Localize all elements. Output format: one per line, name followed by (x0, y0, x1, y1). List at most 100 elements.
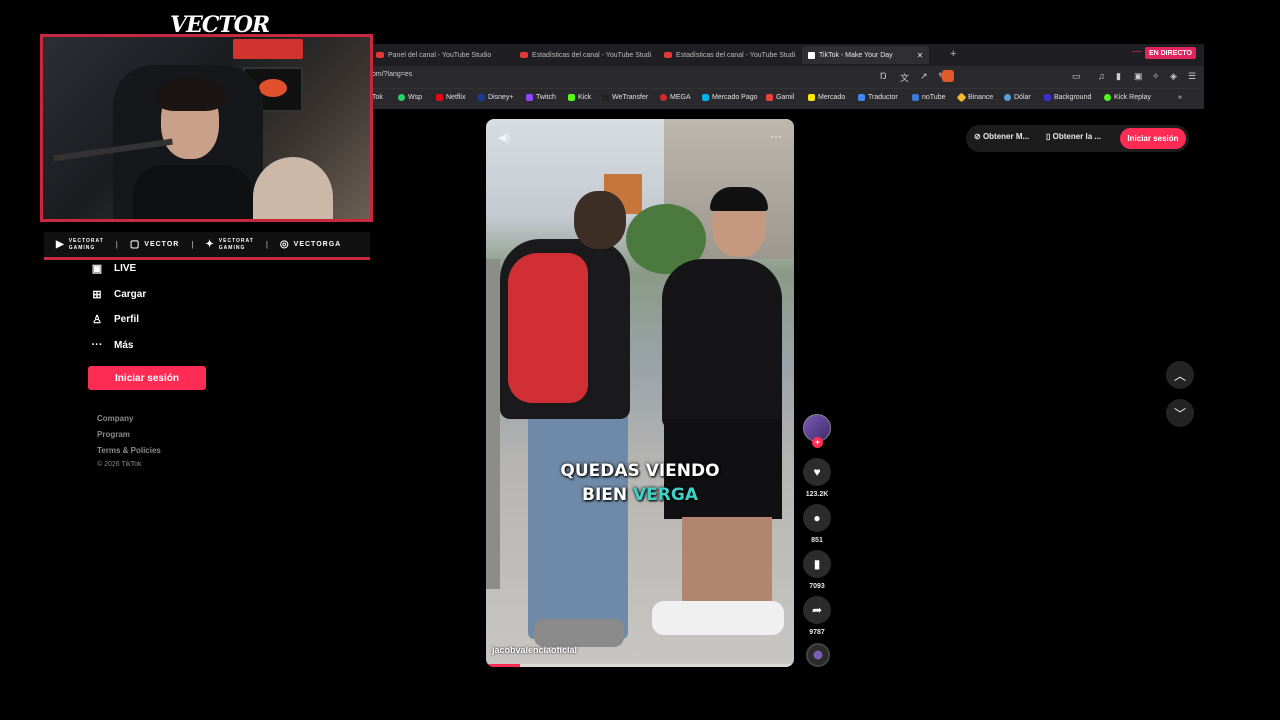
streamer-body (133, 165, 253, 219)
music-disc-icon[interactable] (806, 643, 830, 667)
bookmark-item[interactable]: Netflix (436, 94, 465, 101)
copyright: © 2026 TikTok (97, 461, 142, 468)
chevron-down-icon: ﹀ (1173, 406, 1186, 421)
music-icon[interactable]: ♫ (1098, 71, 1105, 81)
disney-icon (478, 94, 485, 101)
live-tv-icon: ▣ (91, 262, 103, 275)
next-video-button[interactable]: ﹀ (1166, 399, 1194, 427)
mega-icon (660, 94, 667, 101)
volume-icon[interactable]: ◀) (498, 131, 510, 144)
tab-panel-del-canal[interactable]: Panel del canal - YouTube Studio (370, 46, 497, 64)
bookmark-item[interactable]: Binance (956, 92, 993, 103)
follow-plus-icon[interactable]: + (812, 437, 823, 448)
bookmark-item[interactable]: noTube (912, 94, 945, 101)
bookmark-item[interactable]: Traductor (858, 94, 898, 101)
sidebar-login-button[interactable]: Iniciar sesión (88, 366, 206, 390)
mercado-pago-icon (702, 94, 709, 101)
live-badge: EN DIRECTO (1144, 47, 1196, 59)
save-button[interactable]: ▮ (803, 550, 831, 578)
bookmark-item[interactable]: WeTransfer (602, 94, 648, 101)
reader-mode-icon[interactable]: Ŋ (880, 71, 887, 81)
bookmark-item[interactable]: Mercado Pago (702, 94, 758, 101)
streamer-hair (155, 77, 225, 111)
footer-link-terms[interactable]: Terms & Policies (97, 446, 161, 455)
youtube-icon (520, 52, 528, 58)
twitch-icon (526, 94, 533, 101)
sidebar-icon[interactable]: ▮ (1116, 71, 1121, 82)
twitter-icon: ✦ (205, 239, 215, 250)
bookmark-item[interactable]: Dólar (1004, 94, 1031, 101)
bookmark-item[interactable]: Background (1044, 94, 1091, 101)
video-person-left-head (574, 191, 626, 249)
bookmark-item[interactable]: Wsp (398, 94, 422, 101)
like-count: 123.2K (805, 491, 829, 498)
tab-estadisticas-1[interactable]: Estadísticas del canal - YouTube Studi (514, 46, 657, 64)
comment-count: 851 (811, 537, 823, 544)
sidebar-item-more[interactable]: ··· Más (90, 336, 134, 354)
mercado-libre-icon (808, 94, 815, 101)
menu-icon[interactable]: ☰ (1188, 71, 1196, 82)
comment-icon: ● (813, 511, 821, 525)
new-tab-button[interactable]: + (950, 48, 956, 60)
bookmark-item[interactable]: Gamil (766, 94, 794, 101)
bookmark-item[interactable]: Kick (568, 94, 591, 101)
get-desktop-app-button[interactable]: ▯ Obtener la ... (1046, 132, 1101, 141)
more-dots-icon: ··· (91, 339, 103, 351)
bookmark-item[interactable]: MEGA (660, 94, 691, 101)
video-author[interactable]: jacobvalenciaoficial (492, 645, 577, 655)
kick-icon (1104, 94, 1111, 101)
video-person-left-jeans (528, 409, 628, 639)
share-button[interactable]: ➦ (803, 596, 831, 624)
video-red-backpack (508, 253, 588, 403)
sidebar-item-profile[interactable]: ♙ Perfil (90, 310, 139, 328)
youtube-icon (376, 52, 384, 58)
gmail-icon (766, 94, 773, 101)
bookmark-item[interactable]: Mercado (808, 94, 845, 101)
url-field[interactable]: om/?lang=es (372, 71, 412, 78)
get-app-button[interactable]: ⊘ Obtener M... (974, 132, 1029, 141)
wetransfer-icon (602, 94, 609, 101)
heart-icon: ♥ (813, 465, 821, 479)
sidebar-item-live[interactable]: ▣ LIVE (90, 259, 136, 277)
bookmark-item[interactable]: Disney+ (478, 94, 513, 101)
brave-shield-icon[interactable] (942, 70, 954, 82)
more-bookmarks-icon[interactable]: » (1178, 94, 1182, 101)
close-tab-icon[interactable]: ✕ (917, 51, 924, 60)
video-person-right-shoes (652, 601, 784, 635)
video-progress-fill (486, 664, 520, 667)
previous-video-button[interactable]: ︿ (1166, 361, 1194, 389)
bookmark-item[interactable]: Tok (372, 94, 383, 101)
share-arrow-icon: ➦ (811, 603, 823, 617)
video-player[interactable]: ◀) ··· QUEDAS VIENDO BIEN VERGA jacobval… (486, 119, 794, 667)
bookmark-item[interactable]: Twitch (526, 94, 556, 101)
streamer-arm (253, 157, 333, 219)
leo-ai-icon[interactable]: ✧ (1152, 71, 1160, 82)
like-button[interactable]: ♥ (803, 458, 831, 486)
footer-link-company[interactable]: Company (97, 414, 133, 423)
header-login-button[interactable]: Iniciar sesión (1120, 128, 1186, 149)
translate-icon[interactable]: 文 (900, 71, 909, 84)
wallet-icon[interactable]: ▣ (1134, 71, 1143, 82)
vpn-icon[interactable]: ◈ (1170, 71, 1177, 82)
instagram-icon: ◎ (279, 239, 290, 250)
bookmarks-bar: Tok Wsp Netflix Disney+ Twitch Kick WeTr… (370, 88, 1204, 109)
webcam-background-shelf (233, 39, 303, 59)
more-options-icon[interactable]: ··· (770, 129, 782, 143)
dolar-icon (1004, 94, 1011, 101)
minimize-icon[interactable]: — (1132, 46, 1142, 57)
bookmark-item[interactable]: Kick Replay (1104, 94, 1151, 101)
separator: | (115, 240, 118, 249)
share-icon[interactable]: ↗ (920, 71, 928, 82)
footer-link-program[interactable]: Program (97, 430, 130, 439)
video-person-right-cap (710, 187, 768, 211)
tab-estadisticas-2[interactable]: Estadísticas del canal - YouTube Studi (658, 46, 801, 64)
screenshot-icon[interactable]: ▭ (1072, 71, 1081, 82)
video-person-right-legs (682, 517, 772, 607)
chevron-up-icon: ︿ (1173, 368, 1186, 383)
video-person-right (662, 259, 782, 429)
tab-tiktok[interactable]: TikTok - Make Your Day ✕ (802, 46, 930, 64)
comment-button[interactable]: ● (803, 504, 831, 532)
background-icon (1044, 94, 1051, 101)
sidebar-item-upload[interactable]: ⊞ Cargar (90, 285, 146, 303)
video-progress-bar[interactable] (486, 664, 794, 667)
